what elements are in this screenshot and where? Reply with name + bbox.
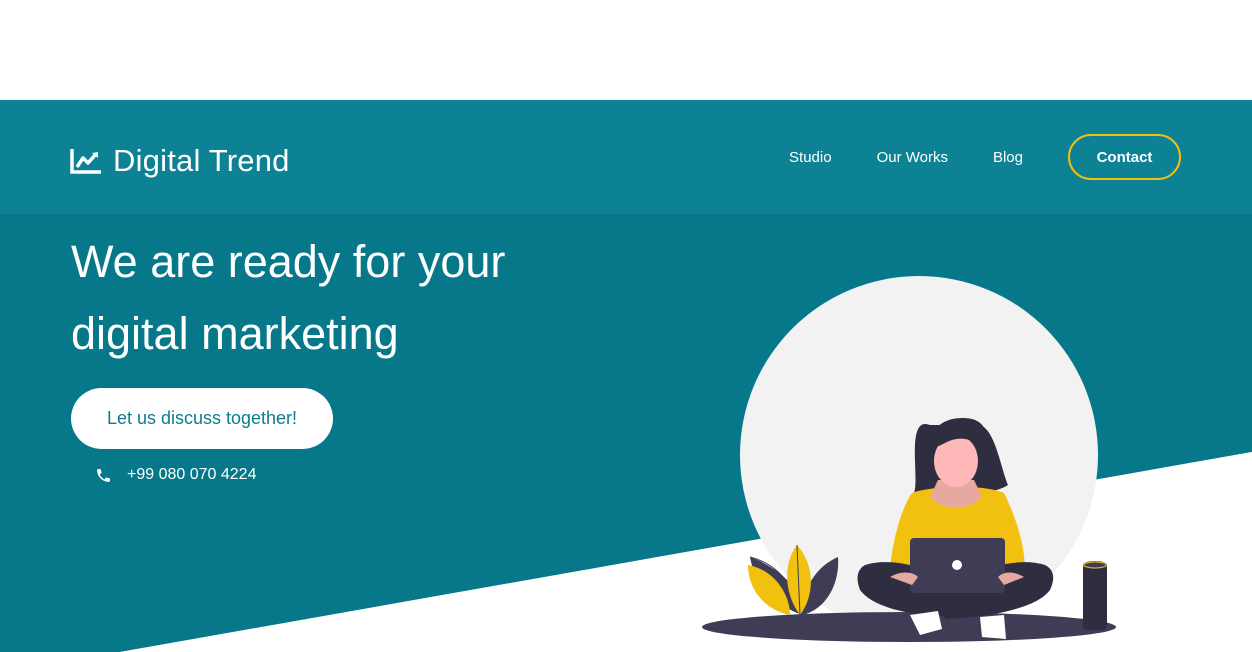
hero-headline: We are ready for your digital marketing bbox=[71, 226, 631, 370]
phone-icon bbox=[97, 468, 110, 482]
discuss-button[interactable]: Let us discuss together! bbox=[71, 388, 333, 449]
phone-number: +99 080 070 4224 bbox=[127, 466, 257, 483]
nav-item-studio[interactable]: Studio bbox=[789, 149, 832, 166]
page: Digital Trend Studio Our Works Blog Cont… bbox=[0, 0, 1252, 652]
logo-text: Digital Trend bbox=[113, 143, 290, 178]
top-blank-area bbox=[0, 0, 1252, 100]
headline-line-1: We are ready for your bbox=[71, 236, 506, 287]
logo[interactable]: Digital Trend bbox=[70, 144, 290, 178]
main-nav: Studio Our Works Blog Contact bbox=[789, 134, 1181, 180]
trend-chart-icon bbox=[70, 149, 101, 174]
contact-button[interactable]: Contact bbox=[1068, 134, 1181, 180]
headline-line-2: digital marketing bbox=[71, 308, 399, 359]
nav-item-blog[interactable]: Blog bbox=[993, 149, 1023, 166]
woman-with-laptop-illustration bbox=[702, 276, 1116, 642]
nav-item-our-works[interactable]: Our Works bbox=[877, 149, 948, 166]
phone-contact[interactable]: +99 080 070 4224 bbox=[95, 466, 256, 484]
